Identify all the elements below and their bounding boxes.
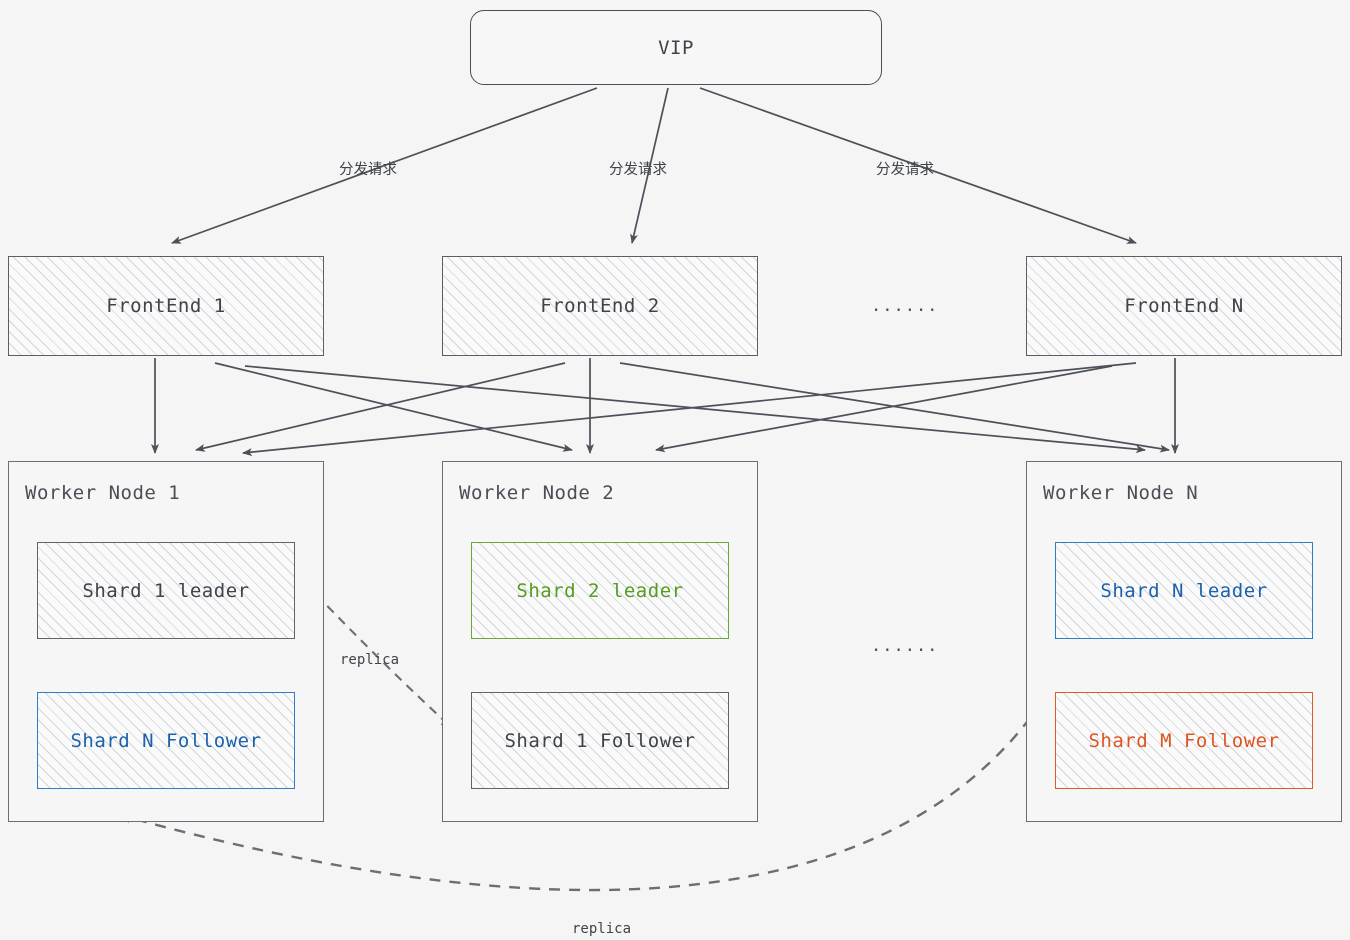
shard-label-n-leader: Shard N leader	[1100, 579, 1268, 602]
vip-box[interactable]: VIP	[470, 10, 882, 85]
shard-label-m-follower: Shard M Follower	[1088, 729, 1280, 752]
edge-label-replica-2: replica	[572, 921, 632, 937]
worker-node-2[interactable]: Worker Node 2 Shard 2 leader Shard 1 Fol…	[442, 461, 758, 822]
frontend-ellipsis: ......	[871, 296, 939, 316]
worker-node-2-title: Worker Node 2	[459, 482, 615, 504]
frontend-box-2[interactable]: FrontEnd 2	[442, 256, 758, 356]
shard-box-1-follower[interactable]: Shard N Follower	[37, 692, 295, 789]
frontend-box-1[interactable]: FrontEnd 1	[8, 256, 324, 356]
worker-node-1[interactable]: Worker Node 1 Shard 1 leader Shard N Fol…	[8, 461, 324, 822]
edge-fe2-to-w1	[195, 362, 566, 452]
shard-box-m-follower[interactable]: Shard M Follower	[1055, 692, 1313, 789]
worker-node-1-title: Worker Node 1	[25, 482, 181, 504]
edge-label-dispatch-2: 分发请求	[609, 162, 667, 178]
shard-box-1-leader[interactable]: Shard 1 leader	[37, 542, 295, 639]
edge-fe1-to-wn	[244, 365, 1146, 454]
frontend-label-2: FrontEnd 2	[540, 295, 660, 317]
edge-fen-to-w2	[655, 365, 1113, 453]
architecture-diagram: VIP 分发请求 分发请求 分发请求 FrontEnd 1 FrontEnd 2…	[0, 0, 1350, 940]
shard-label-2-leader: Shard 2 leader	[516, 579, 684, 602]
shard-label-1-follower: Shard N Follower	[70, 729, 262, 752]
shard-label-1-leader: Shard 1 leader	[82, 579, 250, 602]
edge-fe2-to-wn	[619, 362, 1170, 453]
shard-box-2-follower[interactable]: Shard 1 Follower	[471, 692, 729, 789]
shard-box-2-leader[interactable]: Shard 2 leader	[471, 542, 729, 639]
edge-fen-to-w1	[242, 362, 1137, 457]
edge-label-replica-1: replica	[340, 652, 400, 668]
edge-label-dispatch-3: 分发请求	[876, 162, 934, 178]
shard-label-2-follower: Shard 1 Follower	[504, 729, 696, 752]
worker-ellipsis: ......	[871, 636, 939, 656]
vip-label: VIP	[658, 36, 694, 59]
frontend-label-1: FrontEnd 1	[106, 295, 226, 317]
edge-fe1-to-w2	[214, 362, 573, 452]
frontend-box-3[interactable]: FrontEnd N	[1026, 256, 1342, 356]
worker-node-n[interactable]: Worker Node N Shard N leader Shard M Fol…	[1026, 461, 1342, 822]
edge-label-dispatch-1: 分发请求	[339, 162, 397, 178]
worker-node-n-title: Worker Node N	[1043, 482, 1199, 504]
shard-box-n-leader[interactable]: Shard N leader	[1055, 542, 1313, 639]
frontend-label-3: FrontEnd N	[1124, 295, 1244, 317]
